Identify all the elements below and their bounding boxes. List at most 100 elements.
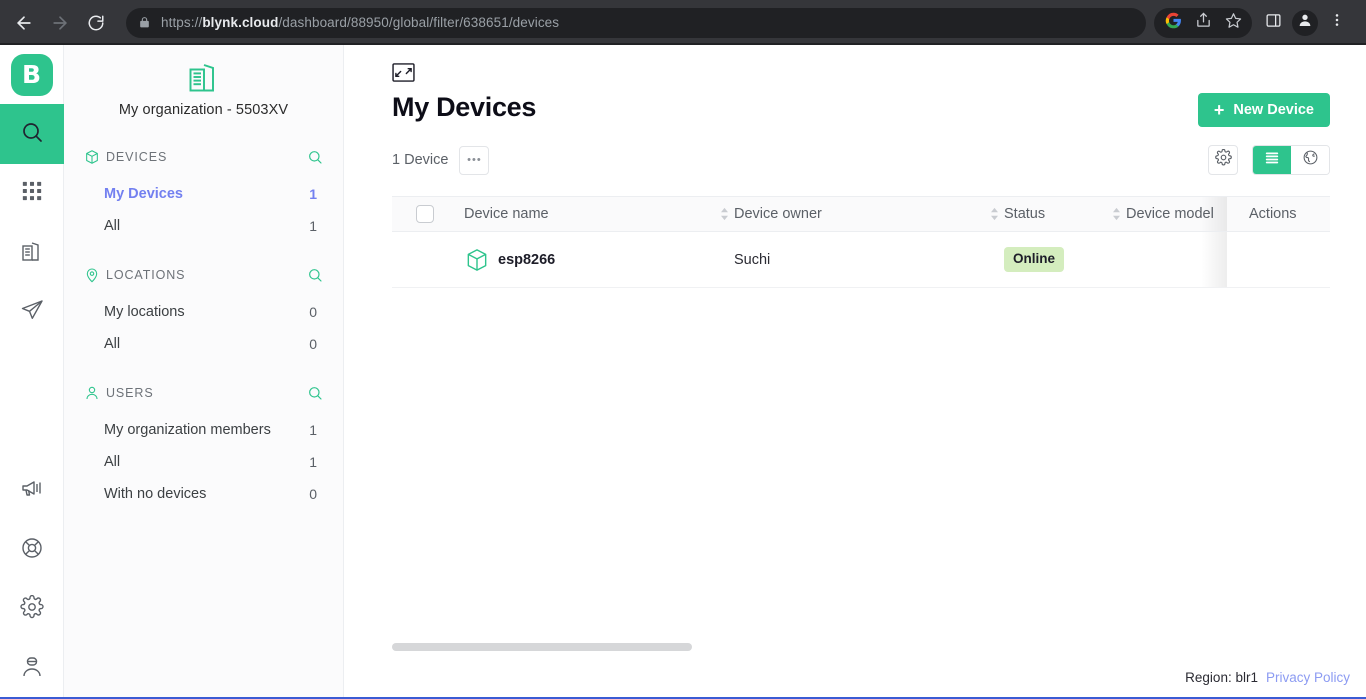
new-device-button[interactable]: + New Device bbox=[1198, 93, 1330, 127]
sidebar-item-with-no-devices[interactable]: With no devices 0 bbox=[64, 478, 343, 510]
expand-collapse-icon bbox=[392, 69, 415, 86]
reload-icon bbox=[87, 14, 105, 32]
select-all-cell bbox=[392, 205, 464, 223]
page-header: My Devices + New Device 1 Device ••• bbox=[344, 45, 1366, 175]
column-device-name[interactable]: Device name bbox=[464, 206, 714, 222]
sidebar-item-count: 0 bbox=[309, 304, 317, 320]
horizontal-scrollbar[interactable] bbox=[392, 643, 1330, 651]
nav-list-devices: My Devices 1 All 1 bbox=[64, 178, 343, 242]
sort-device-owner[interactable] bbox=[984, 207, 1004, 221]
cube-icon bbox=[84, 149, 106, 165]
megaphone-icon bbox=[20, 476, 44, 505]
side-panel-button[interactable] bbox=[1258, 8, 1288, 38]
rail-item-messages[interactable] bbox=[0, 283, 64, 342]
sidebar-item-label: My organization members bbox=[104, 422, 271, 438]
view-toggle-list[interactable] bbox=[1253, 146, 1291, 174]
organization-header[interactable]: My organization - 5503XV bbox=[64, 45, 343, 124]
back-button[interactable] bbox=[8, 7, 40, 39]
privacy-policy-link[interactable]: Privacy Policy bbox=[1266, 670, 1350, 685]
toolbar-right bbox=[1208, 145, 1330, 175]
section-header-locations: LOCATIONS bbox=[64, 262, 343, 288]
expand-collapse-button[interactable] bbox=[392, 63, 416, 83]
device-count-label: 1 Device bbox=[392, 152, 448, 168]
map-pin-icon bbox=[84, 267, 106, 283]
view-toggle-map[interactable] bbox=[1291, 146, 1329, 174]
rail-item-user-support[interactable] bbox=[0, 640, 64, 699]
sidebar-item-my-devices[interactable]: My Devices 1 bbox=[64, 178, 343, 210]
grid-apps-icon bbox=[21, 180, 43, 207]
browser-menu-button[interactable] bbox=[1322, 8, 1352, 38]
toolbar-row: 1 Device ••• bbox=[392, 145, 1330, 175]
paper-plane-icon bbox=[20, 298, 44, 327]
user-support-icon bbox=[20, 655, 44, 684]
sidebar-section-users: USERS My organization members 1 All 1 Wi… bbox=[64, 380, 343, 510]
sidebar-item-label: My Devices bbox=[104, 186, 183, 202]
cube-device-icon bbox=[464, 247, 498, 273]
sidebar-item-label: With no devices bbox=[104, 486, 206, 502]
sidebar-item-users-all[interactable]: All 1 bbox=[64, 446, 343, 478]
side-panel-icon bbox=[1265, 12, 1282, 34]
column-header-label: Device owner bbox=[734, 206, 822, 222]
three-dot-icon: ••• bbox=[467, 154, 482, 166]
rail-item-organization[interactable] bbox=[0, 223, 64, 282]
title-row: My Devices + New Device bbox=[392, 93, 1330, 127]
url-host: blynk.cloud bbox=[202, 15, 278, 30]
nav-list-locations: My locations 0 All 0 bbox=[64, 296, 343, 360]
three-dot-menu-icon bbox=[1329, 12, 1345, 33]
profile-button[interactable] bbox=[1292, 10, 1318, 36]
share-button[interactable] bbox=[1188, 8, 1218, 38]
bookmark-button[interactable] bbox=[1218, 8, 1248, 38]
sidebar-item-count: 0 bbox=[309, 486, 317, 502]
google-account-button[interactable] bbox=[1158, 8, 1188, 38]
map-globe-view-icon bbox=[1302, 149, 1319, 171]
region-label: Region: blr1 bbox=[1185, 670, 1258, 685]
url-text: https://blynk.cloud/dashboard/88950/glob… bbox=[161, 15, 559, 30]
section-label-devices: DEVICES bbox=[106, 150, 307, 164]
sort-device-name[interactable] bbox=[714, 207, 734, 221]
section-header-users: USERS bbox=[64, 380, 343, 406]
nav-list-users: My organization members 1 All 1 With no … bbox=[64, 414, 343, 510]
table-row[interactable]: esp8266 Suchi Online bbox=[392, 232, 1330, 288]
app-shell: B bbox=[0, 45, 1366, 699]
search-icon[interactable] bbox=[307, 149, 323, 165]
column-device-owner[interactable]: Device owner bbox=[734, 206, 984, 222]
reload-button[interactable] bbox=[80, 7, 112, 39]
star-icon bbox=[1225, 12, 1242, 34]
column-header-label: Device name bbox=[464, 206, 549, 222]
section-header-devices: DEVICES bbox=[64, 144, 343, 170]
sidebar-item-my-locations[interactable]: My locations 0 bbox=[64, 296, 343, 328]
sort-status[interactable] bbox=[1106, 207, 1126, 221]
select-all-checkbox[interactable] bbox=[416, 205, 434, 223]
cell-actions[interactable] bbox=[1227, 232, 1330, 287]
google-icon bbox=[1165, 12, 1182, 34]
devices-table: Device name Device owner Status bbox=[392, 196, 1330, 288]
more-options-button[interactable]: ••• bbox=[459, 146, 489, 175]
sidebar-item-devices-all[interactable]: All 1 bbox=[64, 210, 343, 242]
rail-item-announcements[interactable] bbox=[0, 461, 64, 520]
rail-item-apps[interactable] bbox=[0, 164, 64, 223]
sidebar-item-locations-all[interactable]: All 0 bbox=[64, 328, 343, 360]
browser-toolbar: https://blynk.cloud/dashboard/88950/glob… bbox=[0, 0, 1366, 45]
sidebar-item-count: 1 bbox=[309, 422, 317, 438]
column-status[interactable]: Status bbox=[1004, 206, 1106, 222]
table-settings-button[interactable] bbox=[1208, 145, 1238, 175]
scrollbar-thumb[interactable] bbox=[392, 643, 692, 651]
rail-item-settings[interactable] bbox=[0, 580, 64, 639]
sidebar-item-my-organization-members[interactable]: My organization members 1 bbox=[64, 414, 343, 446]
app-logo[interactable]: B bbox=[0, 45, 63, 104]
rail-item-search[interactable] bbox=[0, 104, 64, 163]
sidebar-section-devices: DEVICES My Devices 1 All 1 bbox=[64, 144, 343, 242]
share-icon bbox=[1195, 12, 1212, 34]
url-path: /dashboard/88950/global/filter/638651/de… bbox=[278, 15, 559, 30]
search-icon[interactable] bbox=[307, 385, 323, 401]
view-toggle-group bbox=[1252, 145, 1330, 175]
address-bar[interactable]: https://blynk.cloud/dashboard/88950/glob… bbox=[126, 8, 1146, 38]
sidebar-item-count: 0 bbox=[309, 336, 317, 352]
extensions-pill bbox=[1154, 8, 1252, 38]
navigation-sidebar: My organization - 5503XV DEVICES My Devi… bbox=[64, 45, 344, 699]
search-icon bbox=[20, 120, 44, 149]
status-badge: Online bbox=[1004, 247, 1064, 271]
forward-button[interactable] bbox=[44, 7, 76, 39]
search-icon[interactable] bbox=[307, 267, 323, 283]
rail-item-support[interactable] bbox=[0, 521, 64, 580]
